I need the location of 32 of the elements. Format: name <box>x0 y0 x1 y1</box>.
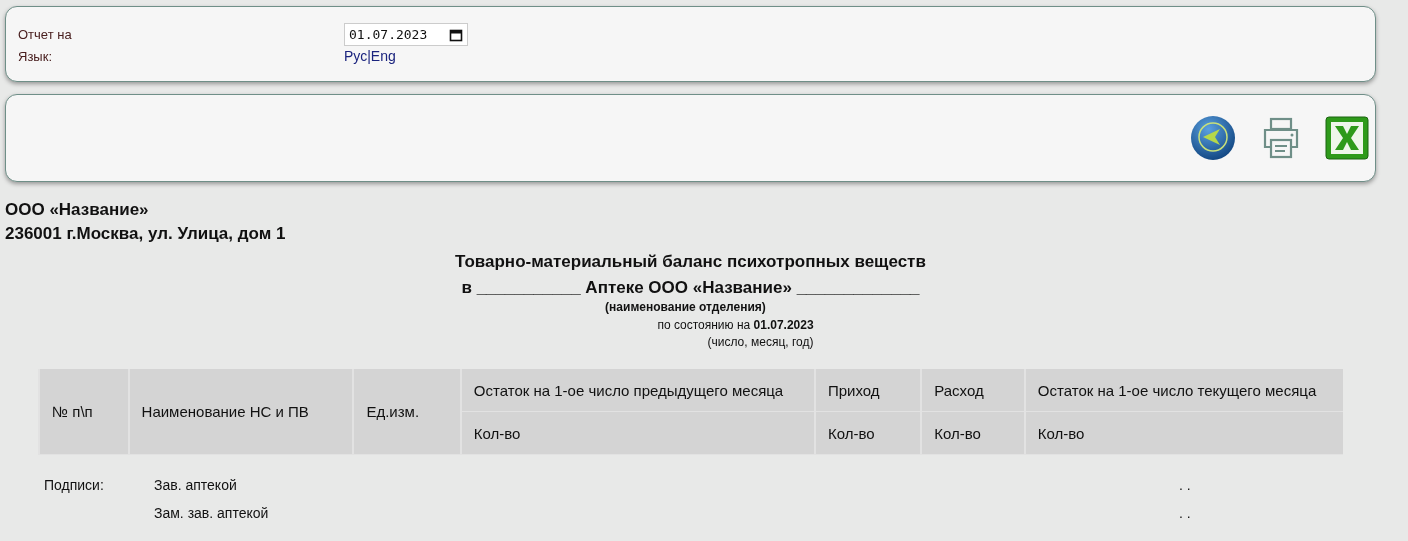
as-of-date: по состоянию на 01.07.2023 <box>656 318 815 332</box>
report-subtitle: в ___________ Аптеке ООО «Название» _____________ <box>460 277 921 299</box>
signature-line: . . <box>1179 477 1191 495</box>
column-subheader: Кол-во <box>1024 411 1343 455</box>
date-label: Отчет на <box>18 27 73 42</box>
language-link[interactable]: Eng <box>370 48 396 64</box>
department-hint: (наименование отделения) <box>604 300 767 314</box>
back-icon[interactable] <box>1189 114 1237 162</box>
separator: | <box>367 48 371 64</box>
organization-address: 236001 г.Москва, ул. Улица, дом 1 <box>5 223 287 245</box>
language-label: Язык: <box>18 48 53 64</box>
column-subheader: Кол-во <box>814 411 922 455</box>
signature-line: . . <box>1179 505 1191 523</box>
column-subheader: Кол-во <box>921 411 1025 455</box>
column-header: Расход <box>921 369 1025 412</box>
column-header: Остаток на 1-ое число текущего месяца <box>1024 369 1343 412</box>
excel-icon[interactable] <box>1325 116 1369 160</box>
column-header: № п\п <box>39 369 129 455</box>
calendar-icon[interactable] <box>449 27 464 42</box>
signature-role: Зам. зав. аптекой <box>154 505 270 523</box>
column-header: Приход <box>814 369 922 412</box>
printer-icon[interactable] <box>1261 116 1301 160</box>
signatures-label: Подписи: <box>44 477 104 493</box>
organization-name: ООО «Название» <box>5 199 150 221</box>
column-header: Остаток на 1-ое число предыдущего месяца <box>460 369 815 412</box>
date-hint: (число, месяц, год) <box>706 335 815 349</box>
date-field[interactable]: 01.07.2023 <box>344 23 469 46</box>
column-subheader: Кол-во <box>460 411 815 455</box>
column-header: Наименование НС и ПВ <box>128 369 354 455</box>
column-header: Ед.изм. <box>353 369 461 455</box>
report-title: Товарно-материальный баланс психотропных веществ <box>454 251 927 273</box>
signature-role: Зав. аптекой <box>154 477 238 495</box>
